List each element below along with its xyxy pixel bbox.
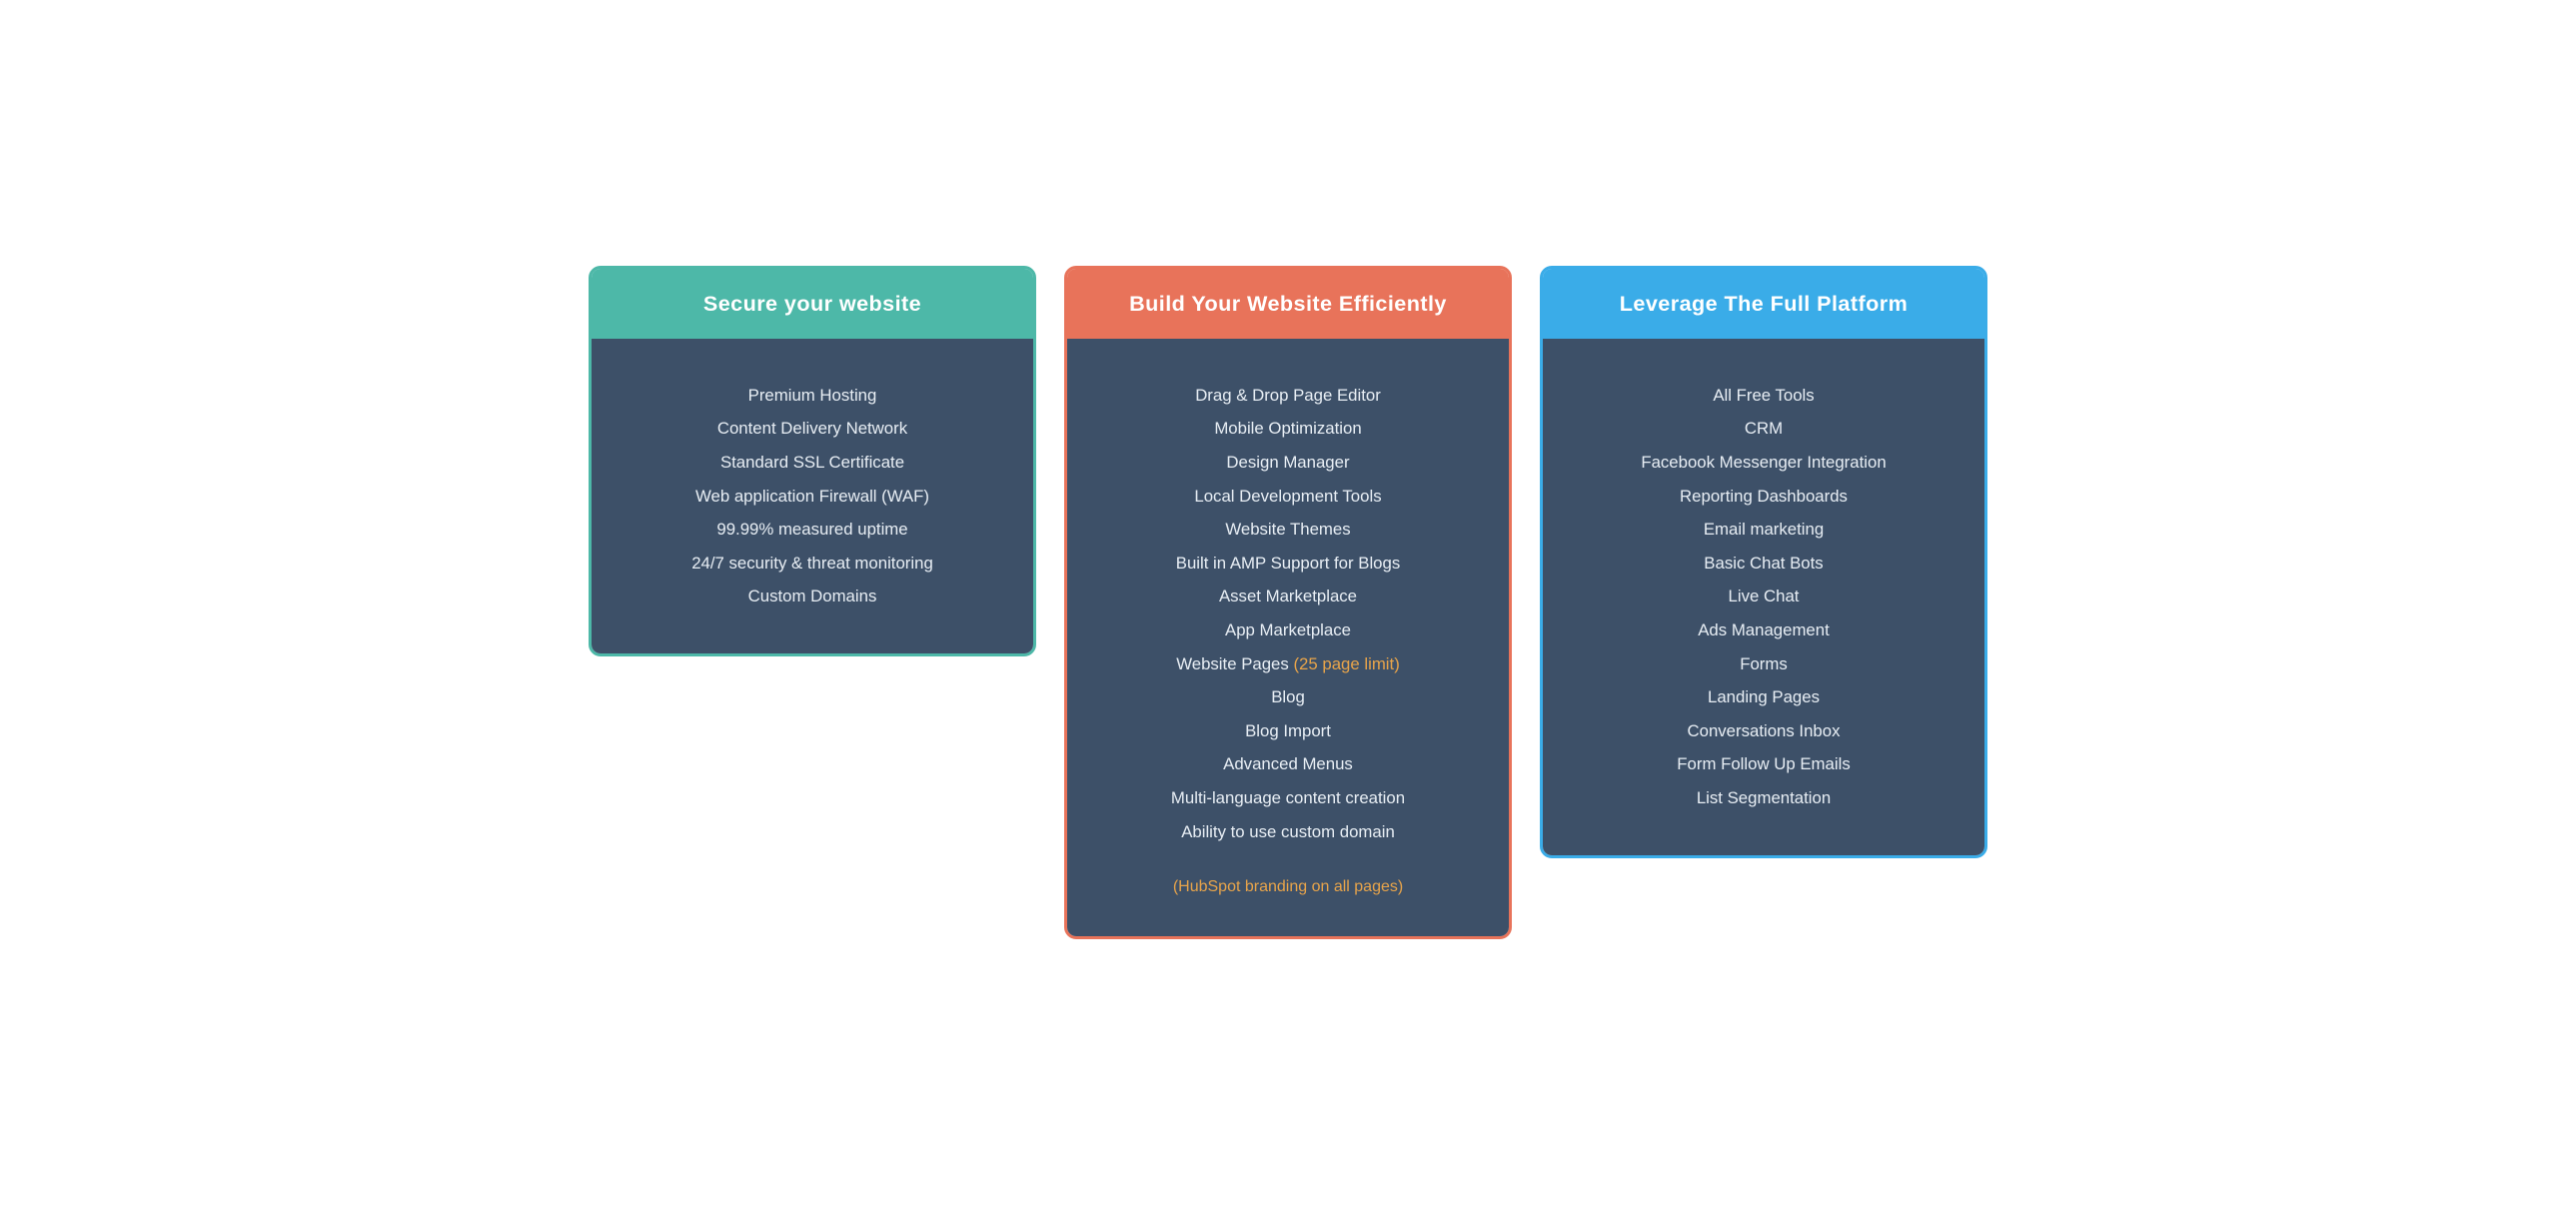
list-item: Web application Firewall (WAF)	[622, 480, 1003, 514]
list-item: Local Development Tools	[1097, 480, 1479, 514]
page-limit-note: (25 page limit)	[1293, 654, 1399, 673]
list-item: Built in AMP Support for Blogs	[1097, 547, 1479, 581]
list-item: Multi-language content creation	[1097, 781, 1479, 815]
card-secure-body: Premium Hosting Content Delivery Network…	[592, 339, 1033, 653]
list-item: 24/7 security & threat monitoring	[622, 547, 1003, 581]
card-build-title: Build Your Website Efficiently	[1087, 291, 1489, 317]
list-item: Ads Management	[1573, 613, 1954, 647]
card-secure: Secure your website Premium Hosting Cont…	[589, 266, 1036, 656]
card-build-list: Drag & Drop Page Editor Mobile Optimizat…	[1097, 379, 1479, 848]
list-item: Design Manager	[1097, 446, 1479, 480]
list-item: Blog	[1097, 680, 1479, 714]
list-item: 99.99% measured uptime	[622, 513, 1003, 547]
card-build-body: Drag & Drop Page Editor Mobile Optimizat…	[1067, 339, 1509, 936]
card-leverage-header: Leverage The Full Platform	[1543, 269, 1984, 339]
list-item: Reporting Dashboards	[1573, 480, 1954, 514]
list-item: Content Delivery Network	[622, 412, 1003, 446]
card-leverage-list: All Free Tools CRM Facebook Messenger In…	[1573, 379, 1954, 815]
card-secure-list: Premium Hosting Content Delivery Network…	[622, 379, 1003, 613]
card-leverage-body: All Free Tools CRM Facebook Messenger In…	[1543, 339, 1984, 855]
list-item: All Free Tools	[1573, 379, 1954, 413]
card-secure-header: Secure your website	[592, 269, 1033, 339]
list-item: Forms	[1573, 647, 1954, 681]
list-item: Premium Hosting	[622, 379, 1003, 413]
card-build: Build Your Website Efficiently Drag & Dr…	[1064, 266, 1512, 939]
list-item: Facebook Messenger Integration	[1573, 446, 1954, 480]
list-item: Drag & Drop Page Editor	[1097, 379, 1479, 413]
list-item: Basic Chat Bots	[1573, 547, 1954, 581]
list-item-website-pages: Website Pages (25 page limit)	[1097, 647, 1479, 681]
list-item: Landing Pages	[1573, 680, 1954, 714]
list-item: Mobile Optimization	[1097, 412, 1479, 446]
list-item: Advanced Menus	[1097, 747, 1479, 781]
list-item: Asset Marketplace	[1097, 580, 1479, 613]
website-pages-label: Website Pages	[1176, 654, 1289, 673]
list-item: List Segmentation	[1573, 781, 1954, 815]
card-secure-title: Secure your website	[612, 291, 1013, 317]
hubspot-branding-note: (HubSpot branding on all pages)	[1097, 878, 1479, 896]
card-leverage-title: Leverage The Full Platform	[1563, 291, 1964, 317]
list-item: Conversations Inbox	[1573, 714, 1954, 748]
list-item: Standard SSL Certificate	[622, 446, 1003, 480]
cards-container: Secure your website Premium Hosting Cont…	[589, 266, 1987, 939]
list-item: Ability to use custom domain	[1097, 815, 1479, 849]
card-build-header: Build Your Website Efficiently	[1067, 269, 1509, 339]
list-item: Blog Import	[1097, 714, 1479, 748]
list-item: Email marketing	[1573, 513, 1954, 547]
list-item: Custom Domains	[622, 580, 1003, 613]
list-item: Form Follow Up Emails	[1573, 747, 1954, 781]
list-item: Website Themes	[1097, 513, 1479, 547]
list-item: App Marketplace	[1097, 613, 1479, 647]
list-item: Live Chat	[1573, 580, 1954, 613]
card-leverage: Leverage The Full Platform All Free Tool…	[1540, 266, 1987, 858]
list-item: CRM	[1573, 412, 1954, 446]
